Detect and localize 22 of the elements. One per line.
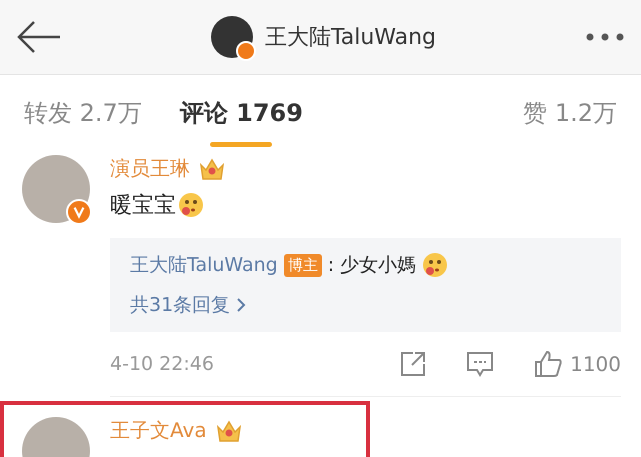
tab[interactable]: 转发 2.7万 bbox=[24, 75, 142, 151]
comment-author[interactable]: 演员王琳 bbox=[110, 155, 190, 182]
comment-text: 暖宝宝 bbox=[110, 192, 176, 220]
emoji-icon bbox=[178, 192, 204, 218]
back-icon[interactable] bbox=[16, 20, 62, 54]
reply-author[interactable]: 王大陆TaluWang bbox=[130, 252, 278, 278]
thumbs-up-icon bbox=[534, 350, 562, 378]
more-icon[interactable] bbox=[584, 32, 625, 42]
chevron-icon bbox=[236, 297, 246, 313]
more-replies-link[interactable]: 共31条回复 bbox=[130, 292, 601, 318]
comment-icon[interactable] bbox=[466, 351, 494, 377]
like-button[interactable]: 1100 bbox=[534, 350, 621, 378]
author-badge: 博主 bbox=[284, 254, 322, 276]
tab[interactable]: 赞 1.2万 bbox=[523, 75, 617, 151]
emoji-icon bbox=[422, 252, 448, 278]
comment-time: 4-10 22:46 bbox=[110, 353, 214, 375]
share-icon[interactable] bbox=[400, 351, 426, 377]
tab[interactable]: 评论 1769 bbox=[180, 75, 303, 151]
comment-author[interactable]: 王子文Ava bbox=[110, 417, 207, 444]
reply-text: : 少女小媽 bbox=[328, 253, 416, 278]
avatar-image[interactable] bbox=[210, 16, 253, 58]
account-title: 王大陆TaluWang bbox=[264, 24, 436, 52]
